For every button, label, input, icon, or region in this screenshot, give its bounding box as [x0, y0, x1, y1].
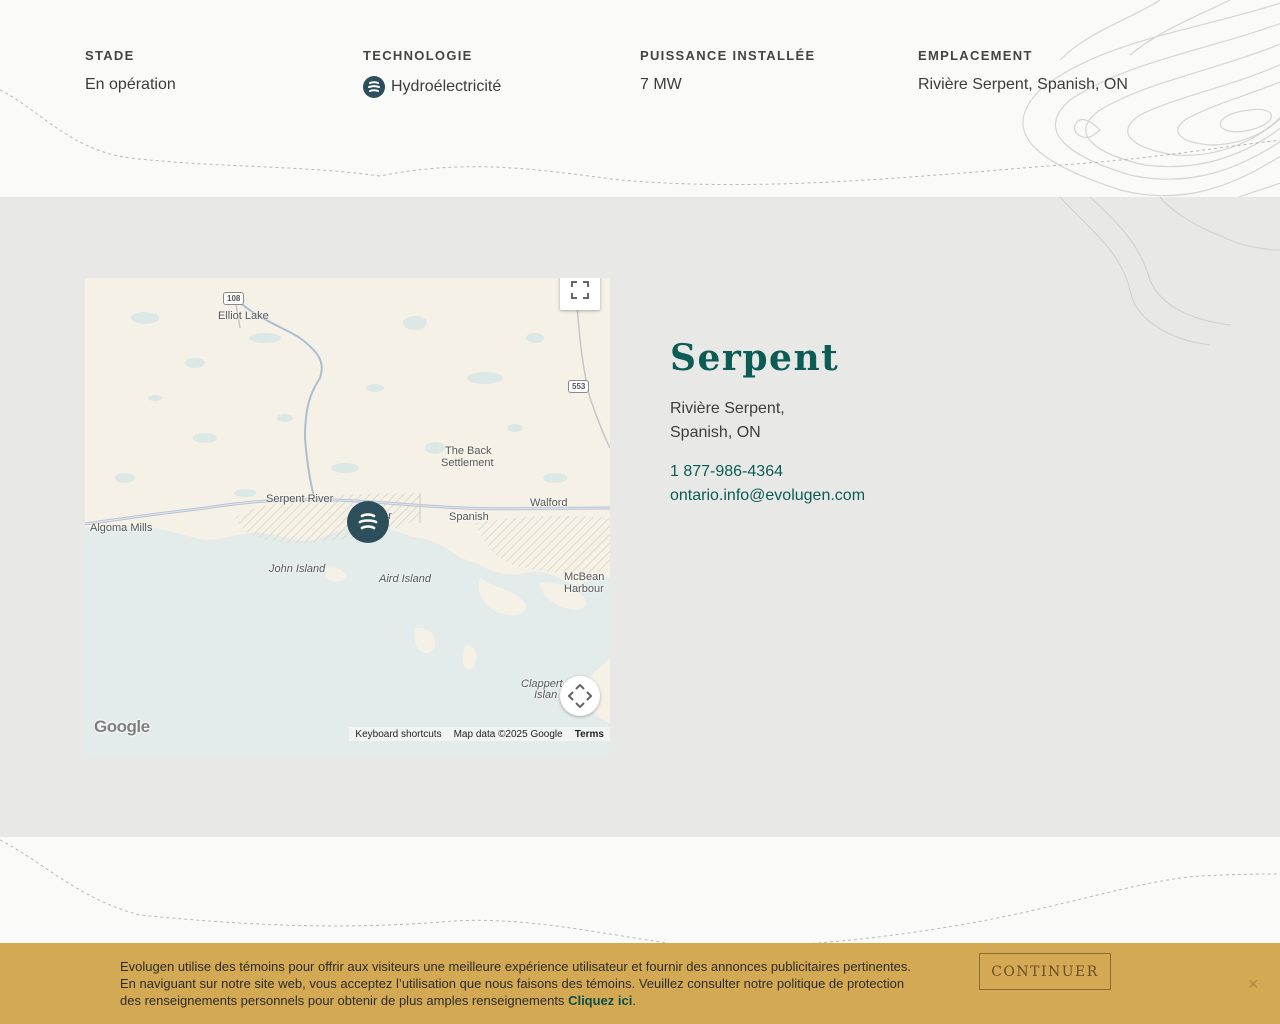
address-line: Spanish, ON [670, 424, 761, 441]
map-label-clapperton-2: Islan [534, 689, 558, 701]
cookie-line: En naviguant sur notre site web, vous ac… [120, 976, 905, 991]
phone-link[interactable]: 1 877-986-4364 [670, 460, 865, 484]
capacity-value: 7 MW [640, 76, 682, 93]
cookie-line: des renseignements personnels pour obten… [120, 993, 565, 1008]
fact-value: 7 MW [640, 76, 815, 94]
map[interactable]: 108 553 Elliot Lake The Back Settlement … [85, 278, 610, 757]
camera-control-button[interactable] [560, 676, 600, 716]
keyboard-shortcuts-link[interactable]: Keyboard shortcuts [349, 729, 447, 740]
privacy-policy-link[interactable]: Cliquez ici [568, 993, 632, 1008]
fact-technology: TECHNOLOGIE Hydroélectricité [363, 48, 501, 98]
fact-label: STADE [85, 48, 135, 63]
fact-label: EMPLACEMENT [918, 48, 1033, 63]
email-link[interactable]: ontario.info@evolugen.com [670, 484, 865, 508]
hydro-marker-icon [358, 513, 378, 530]
cookie-line: Evolugen utilise des témoins pour offrir… [120, 959, 912, 974]
project-facts: STADE En opération TECHNOLOGIE Hydroélec… [0, 0, 1280, 197]
pan-arrows-icon [568, 684, 592, 708]
close-icon[interactable]: × [1248, 975, 1259, 993]
map-label-mcbean: McBean [564, 571, 605, 583]
map-label-algoma-mills: Algoma Mills [90, 522, 153, 534]
cookie-banner: Evolugen utilise des témoins pour offrir… [0, 943, 1280, 1024]
map-label-elliot-lake: Elliot Lake [218, 310, 269, 322]
fact-value: Hydroélectricité [363, 76, 501, 98]
site-contact: 1 877-986-4364 ontario.info@evolugen.com [670, 460, 865, 508]
fullscreen-icon [571, 281, 589, 299]
technology-value: Hydroélectricité [391, 78, 502, 95]
fact-stage: STADE En opération [85, 48, 176, 94]
site-info: Serpent Rivière Serpent, Spanish, ON 1 8… [670, 337, 865, 508]
fact-label: TECHNOLOGIE [363, 48, 473, 63]
map-label-back-settlement: The Back [445, 445, 492, 457]
map-label-spanish: Spanish [449, 511, 489, 523]
map-label-back-settlement-2: Settlement [441, 457, 494, 469]
fact-value: En opération [85, 76, 176, 94]
map-attribution: Keyboard shortcuts Map data ©2025 Google… [349, 727, 610, 741]
map-label-walford: Walford [530, 497, 568, 509]
terms-link[interactable]: Terms [569, 729, 610, 740]
map-label-john-island: John Island [269, 563, 326, 575]
address-line: Rivière Serpent, [670, 400, 785, 417]
site-address: Rivière Serpent, Spanish, ON [670, 397, 865, 445]
google-logo: Google [94, 717, 150, 736]
fact-location: EMPLACEMENT Rivière Serpent, Spanish, ON [918, 48, 1128, 94]
map-label-mcbean-2: Harbour [564, 583, 604, 595]
cookie-period: . [632, 993, 636, 1008]
fact-capacity: PUISSANCE INSTALLÉE 7 MW [640, 48, 815, 94]
highway-108-shield: 108 [223, 292, 245, 305]
fullscreen-button[interactable] [560, 278, 600, 310]
site-title: Serpent [670, 337, 840, 379]
highway-553-shield: 553 [568, 380, 590, 393]
hydro-icon [363, 76, 385, 98]
location-value: Rivière Serpent, Spanish, ON [918, 76, 1128, 93]
stage-value: En opération [85, 76, 176, 93]
cookie-message: Evolugen utilise des témoins pour offrir… [120, 958, 920, 1009]
continue-button[interactable]: CONTINUER [979, 953, 1111, 990]
site-marker[interactable] [347, 501, 389, 543]
fact-label: PUISSANCE INSTALLÉE [640, 48, 816, 63]
map-data-credit: Map data ©2025 Google [453, 728, 563, 740]
map-label-serpent-river: Serpent River [266, 493, 334, 505]
map-label-aird-island: Aird Island [379, 573, 431, 585]
fact-value: Rivière Serpent, Spanish, ON [918, 76, 1128, 94]
